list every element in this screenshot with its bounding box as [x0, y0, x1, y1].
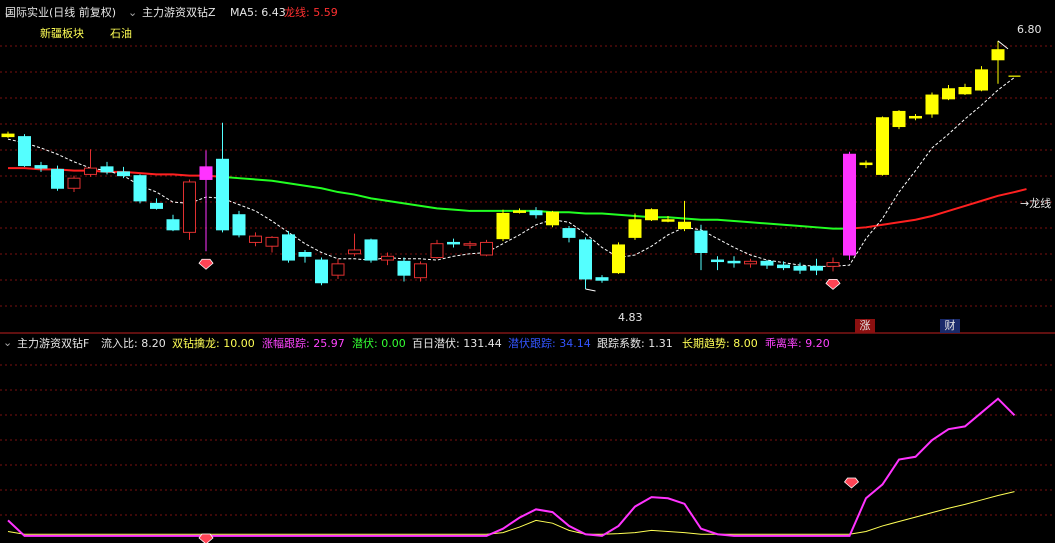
- candle-body-31: [513, 210, 526, 213]
- dragon-label: 龙线: 5.59: [284, 6, 338, 19]
- candle-body-44: [727, 260, 741, 264]
- candle-body-34: [562, 228, 576, 238]
- dragon-line-green: [222, 175, 850, 230]
- candle-body-1: [18, 136, 31, 167]
- candle-body-46: [760, 260, 774, 266]
- candle-body-14: [232, 214, 246, 236]
- max-pointer: [997, 40, 1009, 50]
- candle-body-16: [265, 236, 279, 247]
- candle-body-48: [793, 265, 807, 271]
- candle-body-40: [661, 219, 675, 222]
- dragon-line-red: [849, 188, 1027, 230]
- min-price-label: 4.83: [618, 311, 643, 324]
- candle-body-36: [595, 277, 609, 281]
- legend-latent-track: 潜伏跟踪: 34.14: [508, 337, 591, 350]
- candle-body-57: [942, 88, 955, 100]
- diamond-top-0: [198, 258, 214, 270]
- candle-body-11: [183, 181, 196, 233]
- candle-body-7: [117, 171, 130, 177]
- candle-body-27: [447, 241, 460, 245]
- sub-chevron-icon[interactable]: ⌄: [3, 336, 12, 350]
- candle-body-29: [480, 241, 493, 256]
- max-price-label: 6.80: [1017, 23, 1042, 36]
- candle-body-45: [744, 260, 757, 265]
- tag-oil[interactable]: 石油: [110, 27, 132, 41]
- candle-body-4: [67, 177, 81, 189]
- candle-body-3: [51, 168, 64, 189]
- candle-body-35: [579, 239, 592, 280]
- candle-body-13: [216, 158, 229, 231]
- ma5-line: [7, 77, 1015, 267]
- legend-long-trend: 长期趋势: 8.00: [682, 337, 758, 350]
- min-pointer: [585, 288, 596, 292]
- candle-body-8: [133, 175, 147, 202]
- candle-body-39: [645, 209, 658, 221]
- sub-diamond-left: [198, 533, 214, 543]
- candle-body-19: [315, 259, 328, 284]
- candle-body-10: [166, 219, 180, 231]
- candle-body-49: [810, 265, 823, 271]
- candle-body-2: [34, 165, 48, 169]
- chart-canvas: [0, 40, 1055, 543]
- candle-body-43: [711, 259, 724, 263]
- candle-body-52: [859, 162, 873, 166]
- candle-body-25: [414, 263, 427, 279]
- candle-body-42: [694, 230, 708, 254]
- candle-body-18: [298, 252, 312, 257]
- candle-body-41: [678, 221, 691, 230]
- inflow-ratio-line: [7, 491, 1015, 535]
- candle-body-37: [612, 244, 625, 274]
- candle-body-58: [958, 86, 972, 95]
- candle-body-12: [199, 166, 213, 180]
- candle-body-0: [1, 133, 15, 138]
- candle-body-59: [975, 69, 988, 91]
- legend-hundred-day-latent: 百日潜伏: 131.44: [412, 337, 502, 350]
- candle-body-51: [843, 153, 856, 256]
- candle-body-21: [348, 249, 361, 255]
- candle-body-30: [496, 212, 510, 240]
- legend-bias: 乖离率: 9.20: [765, 337, 830, 350]
- candle-body-33: [546, 211, 559, 226]
- tag-xinjiang[interactable]: 新疆板块: [40, 27, 84, 41]
- candle-body-28: [463, 243, 477, 246]
- legend-inflow-ratio: 流入比: 8.20: [101, 337, 166, 350]
- candle-body-54: [892, 110, 906, 128]
- candle-body-20: [331, 263, 345, 276]
- candle-body-9: [150, 202, 163, 209]
- indicator-chevron-icon[interactable]: ⌄: [128, 6, 137, 20]
- legend-latent: 潜伏: 0.00: [352, 337, 406, 350]
- candle-body-38: [628, 219, 642, 238]
- candle-body-5: [84, 167, 97, 175]
- zhang-badge[interactable]: 涨: [855, 319, 875, 333]
- legend-rise-track: 涨幅跟踪: 25.97: [262, 337, 345, 350]
- cai-badge[interactable]: 财: [940, 319, 960, 333]
- candle-body-26: [430, 243, 444, 259]
- indicator-name-top: 主力游资双钻Z: [142, 6, 216, 19]
- candle-body-23: [381, 255, 394, 261]
- candle-body-32: [529, 210, 543, 216]
- indicator-name-bottom: 主力游资双钻F: [17, 337, 90, 350]
- legend-track-coef: 跟踪系数: 1.31: [597, 337, 673, 350]
- candle-body-60: [991, 49, 1005, 61]
- candle-body-53: [876, 117, 889, 175]
- candle-body-15: [249, 235, 262, 243]
- sub-diamond-right: [843, 477, 860, 489]
- candle-body-47: [777, 264, 790, 269]
- candle-body-24: [397, 260, 411, 276]
- candle-body-6: [100, 166, 114, 173]
- candle-body-55: [909, 115, 922, 119]
- candle-body-17: [282, 234, 295, 261]
- candle-body-56: [925, 94, 939, 115]
- diamond-top-1: [825, 278, 841, 290]
- candle-body-50: [826, 262, 840, 267]
- legend-dual-diamond: 双钻擒龙: 10.00: [172, 337, 255, 350]
- dragon-line-marker: →龙线: [1020, 197, 1052, 210]
- stock-title: 国际实业(日线 前复权): [5, 6, 117, 19]
- candle-body-22: [364, 239, 378, 261]
- ma5-label: MA5: 6.43: [230, 6, 286, 19]
